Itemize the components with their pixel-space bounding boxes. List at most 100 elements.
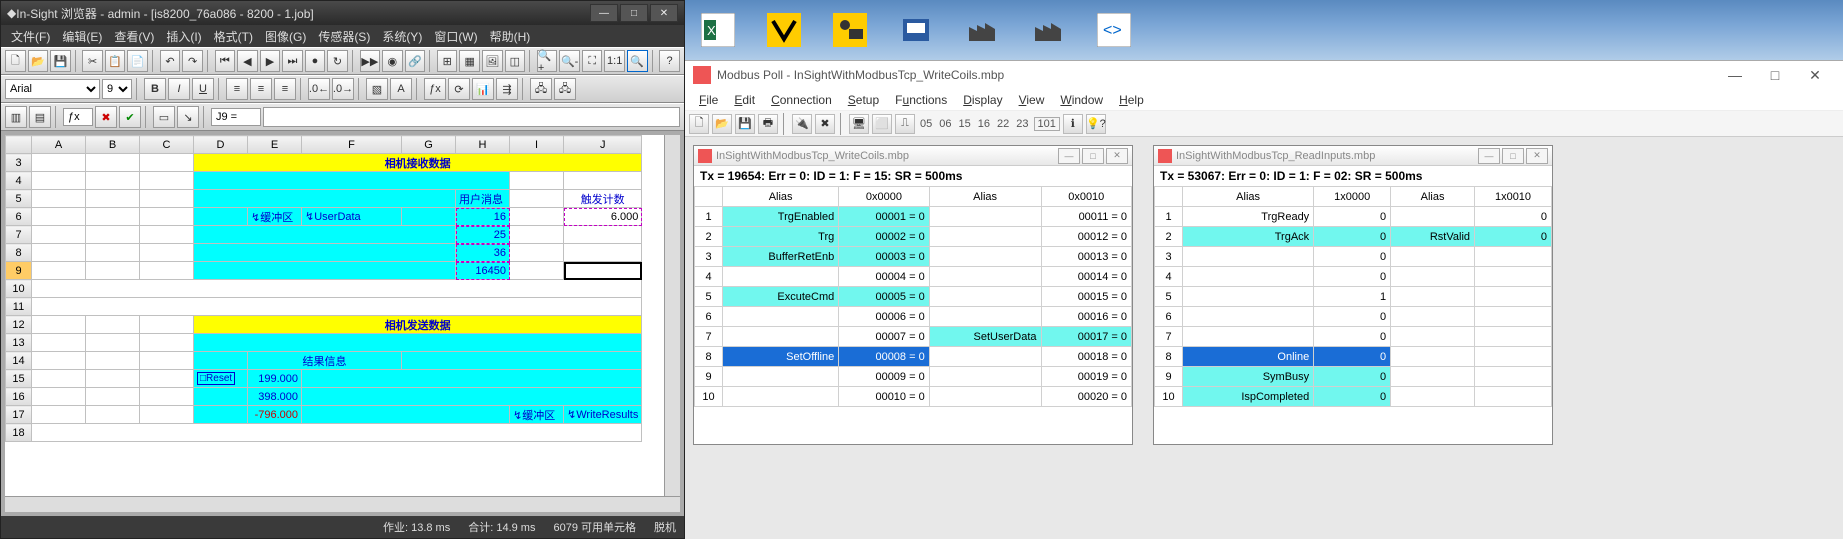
row-header[interactable]: 6	[1155, 307, 1183, 327]
italic-icon[interactable]: I	[168, 78, 190, 100]
minimize-button[interactable]: —	[590, 4, 618, 22]
value-cell[interactable]	[1475, 387, 1552, 407]
row-header[interactable]: 10	[695, 387, 723, 407]
value-cell[interactable]: 0	[1314, 307, 1391, 327]
robot-icon[interactable]	[832, 12, 868, 48]
menu-system[interactable]: 系统(Y)	[376, 28, 428, 45]
minimize-button[interactable]: —	[1058, 148, 1080, 164]
save-icon[interactable]: 💾	[50, 50, 71, 72]
underline-icon[interactable]: U	[192, 78, 214, 100]
alias-cell[interactable]: Trg	[723, 227, 839, 247]
alias-cell[interactable]	[1391, 387, 1475, 407]
minimize-button[interactable]: —	[1715, 62, 1755, 88]
alias-cell[interactable]	[723, 387, 839, 407]
rewind-icon[interactable]: ⏮	[215, 50, 236, 72]
alias-cell[interactable]: TrgEnabled	[723, 207, 839, 227]
mdi1-grid[interactable]: Alias0x0000Alias0x00101TrgEnabled00001 =…	[694, 186, 1132, 444]
bold-icon[interactable]: B	[144, 78, 166, 100]
forward-icon[interactable]: ⏭	[282, 50, 303, 72]
menu-format[interactable]: 格式(T)	[208, 28, 259, 45]
row-header[interactable]: 18	[6, 424, 32, 442]
menu-file[interactable]: File	[691, 93, 726, 107]
col-header[interactable]: E	[248, 136, 302, 154]
record-icon[interactable]: ●	[305, 50, 326, 72]
buf2-label[interactable]: ↯缓冲区	[510, 406, 564, 424]
col-header[interactable]: 0x0000	[839, 187, 929, 207]
connect-icon[interactable]: 🔌	[792, 114, 812, 134]
alias-cell[interactable]: TrgReady	[1183, 207, 1314, 227]
row-header[interactable]: 5	[6, 190, 32, 208]
device1-icon[interactable]	[898, 12, 934, 48]
vision-icon[interactable]	[766, 12, 802, 48]
result-info-label[interactable]: 结果信息	[248, 352, 402, 370]
chart-icon[interactable]: 📊	[472, 78, 494, 100]
maximize-button[interactable]: □	[1502, 148, 1524, 164]
trigger-count-label[interactable]: 触发计数	[564, 190, 642, 208]
alias-cell[interactable]	[1391, 267, 1475, 287]
send-header[interactable]: 相机发送数据	[194, 316, 642, 334]
row-tool-icon[interactable]: ▤	[29, 106, 51, 128]
fn06[interactable]: 06	[937, 118, 953, 130]
value-cell[interactable]	[1475, 287, 1552, 307]
col-header[interactable]: 0x0010	[1041, 187, 1132, 207]
redo-icon[interactable]: ↷	[182, 50, 203, 72]
col-header[interactable]: F	[302, 136, 402, 154]
row-header[interactable]: 6	[6, 208, 32, 226]
value-cell[interactable]: 00020 = 0	[1041, 387, 1132, 407]
value-cell[interactable]: 00011 = 0	[1041, 207, 1132, 227]
alias-cell[interactable]	[1391, 207, 1475, 227]
alias-cell[interactable]	[929, 207, 1041, 227]
row-header[interactable]: 4	[1155, 267, 1183, 287]
value-cell[interactable]	[1475, 347, 1552, 367]
menu-setup[interactable]: Setup	[840, 93, 887, 107]
row-header[interactable]: 1	[695, 207, 723, 227]
col-header[interactable]: 1x0010	[1475, 187, 1552, 207]
zoom-out-icon[interactable]: 🔍-	[559, 50, 580, 72]
link-icon[interactable]: 🔗	[405, 50, 426, 72]
col-header[interactable]: A	[32, 136, 86, 154]
new-icon[interactable]: 🗋	[5, 50, 26, 72]
menu-edit[interactable]: Edit	[726, 93, 763, 107]
writeresults-label[interactable]: ↯WriteResults	[564, 406, 642, 424]
read-icon[interactable]: ⬜	[872, 114, 892, 134]
paste-icon[interactable]: 📄	[127, 50, 148, 72]
row-header[interactable]: 3	[695, 247, 723, 267]
alias-cell[interactable]	[929, 307, 1041, 327]
value-cell[interactable]: 0	[1314, 247, 1391, 267]
link-tool-icon[interactable]: ⟳	[448, 78, 470, 100]
row-header[interactable]: 7	[6, 226, 32, 244]
disconnect-icon[interactable]: ✖	[815, 114, 835, 134]
menu-image[interactable]: 图像(G)	[259, 28, 312, 45]
row-header[interactable]: 4	[6, 172, 32, 190]
buffer-label[interactable]: ↯缓冲区	[248, 208, 302, 226]
menu-file[interactable]: 文件(F)	[5, 28, 56, 45]
open-icon[interactable]: 📂	[712, 114, 732, 134]
fn16[interactable]: 16	[976, 118, 992, 130]
alias-cell[interactable]	[1183, 307, 1314, 327]
value-cell[interactable]: 00012 = 0	[1041, 227, 1132, 247]
row-header[interactable]: 16	[6, 388, 32, 406]
row-header[interactable]: 8	[1155, 347, 1183, 367]
value-cell[interactable]: 00009 = 0	[839, 367, 929, 387]
col-header[interactable]: Alias	[929, 187, 1041, 207]
alias-cell[interactable]: SymBusy	[1183, 367, 1314, 387]
menu-window[interactable]: 窗口(W)	[428, 28, 483, 45]
menu-sensor[interactable]: 传感器(S)	[312, 28, 376, 45]
r2[interactable]: 398.000	[248, 388, 302, 406]
menu-help[interactable]: Help	[1111, 93, 1152, 107]
row-header[interactable]: 7	[695, 327, 723, 347]
value-cell[interactable]: 0	[1314, 347, 1391, 367]
value-cell[interactable]: 0	[1314, 327, 1391, 347]
alias-cell[interactable]	[929, 367, 1041, 387]
close-button[interactable]: ✕	[650, 4, 678, 22]
alias-cell[interactable]	[1391, 367, 1475, 387]
row-header[interactable]: 9	[1155, 367, 1183, 387]
row-header[interactable]: 3	[6, 154, 32, 172]
col-header[interactable]: B	[86, 136, 140, 154]
col-header[interactable]: Alias	[723, 187, 839, 207]
box-icon[interactable]: ▭	[153, 106, 175, 128]
fn23[interactable]: 23	[1014, 118, 1030, 130]
image-icon[interactable]: 🖼	[482, 50, 503, 72]
alias-cell[interactable]: SetUserData	[929, 327, 1041, 347]
grid-icon[interactable]: ▦	[459, 50, 480, 72]
